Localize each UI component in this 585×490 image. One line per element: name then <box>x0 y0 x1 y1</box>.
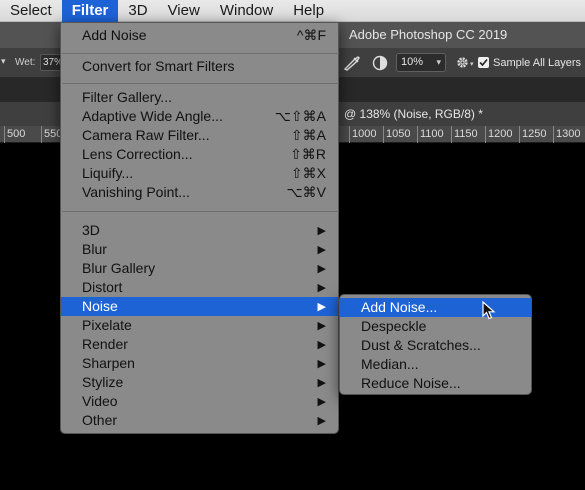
menu-item-blur[interactable]: Blur ▶ <box>61 240 338 259</box>
noise-submenu: Add Noise... Despeckle Dust & Scratches.… <box>339 294 532 395</box>
menu-separator <box>62 211 339 212</box>
menu-shortcut: ⇧⌘X <box>290 165 326 181</box>
menu-shortcut: ⌥⌘V <box>286 184 326 200</box>
ruler-tick <box>553 126 554 143</box>
submenu-item-dust-scratches[interactable]: Dust & Scratches... <box>340 336 531 355</box>
menu-item-blur-gallery[interactable]: Blur Gallery ▶ <box>61 259 338 278</box>
ruler-tick <box>451 126 452 143</box>
menu-separator <box>62 53 339 54</box>
ruler-tick <box>4 126 5 143</box>
ruler-label: 1050 <box>386 128 411 140</box>
menu-shortcut: ⇧⌘A <box>290 127 326 143</box>
app-title: Adobe Photoshop CC 2019 <box>349 27 508 42</box>
menubar-help[interactable]: Help <box>283 0 334 22</box>
menu-item-sharpen[interactable]: Sharpen ▶ <box>61 354 338 373</box>
gear-icon[interactable] <box>455 55 470 75</box>
menu-shortcut: ⇧⌘R <box>290 146 326 162</box>
menu-item-video[interactable]: Video ▶ <box>61 392 338 411</box>
menu-item-noise[interactable]: Noise ▶ <box>61 297 338 316</box>
submenu-item-median[interactable]: Median... <box>340 355 531 374</box>
document-title[interactable]: @ 138% (Noise, RGB/8) * <box>344 107 483 121</box>
ruler-label: 1150 <box>454 128 478 140</box>
ruler-label: 500 <box>7 128 26 140</box>
ruler-label: 1250 <box>522 128 547 140</box>
submenu-arrow-icon: ▶ <box>317 358 326 370</box>
flow-field[interactable]: 10% ▾ <box>396 53 446 72</box>
menu-item-render[interactable]: Render ▶ <box>61 335 338 354</box>
menubar-select[interactable]: Select <box>0 0 62 22</box>
menu-shortcut: ^⌘F <box>296 27 326 43</box>
ruler-label: 1300 <box>556 128 581 140</box>
mouse-cursor-icon <box>482 301 496 320</box>
submenu-arrow-icon: ▶ <box>317 225 326 237</box>
menubar-window[interactable]: Window <box>210 0 283 22</box>
ruler-label: 1100 <box>420 128 444 140</box>
wet-label: Wet: <box>15 57 36 68</box>
menubar-filter[interactable]: Filter <box>61 0 119 22</box>
submenu-arrow-icon: ▶ <box>317 415 326 427</box>
sample-all-layers-label[interactable]: Sample All Layers <box>493 57 581 69</box>
menu-shortcut: ⌥⇧⌘A <box>274 108 326 124</box>
chevron-down-icon[interactable]: ▾ <box>470 60 474 68</box>
submenu-arrow-icon: ▶ <box>317 377 326 389</box>
menu-item-filter-gallery[interactable]: Filter Gallery... <box>61 88 338 107</box>
menu-item-lens-correction[interactable]: Lens Correction... ⇧⌘R <box>61 145 338 164</box>
submenu-arrow-icon: ▶ <box>317 320 326 332</box>
airbrush-icon[interactable] <box>343 55 361 76</box>
ruler-tick <box>485 126 486 143</box>
menu-separator <box>62 83 339 84</box>
menu-item-stylize[interactable]: Stylize ▶ <box>61 373 338 392</box>
menu-item-pixelate[interactable]: Pixelate ▶ <box>61 316 338 335</box>
menu-item-3d[interactable]: 3D ▶ <box>61 221 338 240</box>
menu-item-convert-smart-filters[interactable]: Convert for Smart Filters <box>61 57 338 76</box>
document-tab-left <box>0 102 60 126</box>
sample-all-layers-checkbox[interactable] <box>478 57 489 68</box>
wet-field[interactable]: 37% <box>40 54 62 71</box>
menu-bar: Select Filter 3D View Window Help <box>0 0 585 22</box>
ruler-label: 1000 <box>352 128 377 140</box>
chevron-down-icon[interactable]: ▾ <box>1 56 6 67</box>
pressure-icon[interactable] <box>372 55 388 76</box>
menubar-view[interactable]: View <box>158 0 210 22</box>
menu-item-other[interactable]: Other ▶ <box>61 411 338 430</box>
submenu-arrow-icon: ▶ <box>317 396 326 408</box>
chevron-down-icon[interactable]: ▾ <box>436 57 441 68</box>
ruler-tick <box>349 126 350 143</box>
ruler-tick <box>519 126 520 143</box>
filter-menu: Add Noise ^⌘F Convert for Smart Filters … <box>60 22 339 434</box>
submenu-item-despeckle[interactable]: Despeckle <box>340 317 531 336</box>
submenu-arrow-icon: ▶ <box>317 282 326 294</box>
menu-item-distort[interactable]: Distort ▶ <box>61 278 338 297</box>
ruler-label: 1200 <box>488 128 513 140</box>
flow-value: 10% <box>401 56 424 68</box>
menu-item-liquify[interactable]: Liquify... ⇧⌘X <box>61 164 338 183</box>
submenu-arrow-icon: ▶ <box>317 339 326 351</box>
menu-item-adaptive-wide-angle[interactable]: Adaptive Wide Angle... ⌥⇧⌘A <box>61 107 338 126</box>
menu-item-camera-raw-filter[interactable]: Camera Raw Filter... ⇧⌘A <box>61 126 338 145</box>
submenu-item-reduce-noise[interactable]: Reduce Noise... <box>340 374 531 393</box>
submenu-arrow-icon: ▶ <box>317 263 326 275</box>
menu-item-last-filter[interactable]: Add Noise ^⌘F <box>61 26 338 45</box>
submenu-arrow-icon: ▶ <box>317 244 326 256</box>
ruler-tick <box>41 126 42 143</box>
menubar-3d[interactable]: 3D <box>118 0 157 22</box>
submenu-item-add-noise[interactable]: Add Noise... <box>340 298 531 317</box>
ruler-tick <box>417 126 418 143</box>
ruler-tick <box>383 126 384 143</box>
submenu-arrow-icon: ▶ <box>317 301 326 313</box>
menu-item-vanishing-point[interactable]: Vanishing Point... ⌥⌘V <box>61 183 338 202</box>
